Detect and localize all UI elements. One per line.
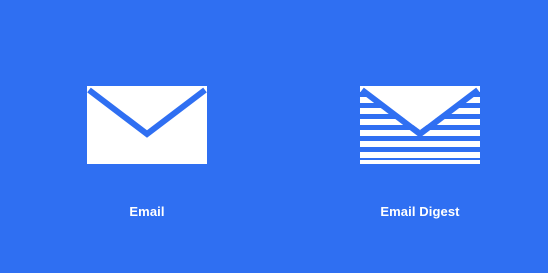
- email-option[interactable]: Email: [47, 0, 247, 273]
- email-label: Email: [129, 204, 165, 219]
- notification-type-panel: Email Email Digest: [0, 0, 548, 273]
- email-digest-label: Email Digest: [380, 204, 460, 219]
- envelope-icon: [47, 84, 247, 166]
- envelope-lines-icon: [320, 84, 520, 166]
- email-digest-option[interactable]: Email Digest: [320, 0, 520, 273]
